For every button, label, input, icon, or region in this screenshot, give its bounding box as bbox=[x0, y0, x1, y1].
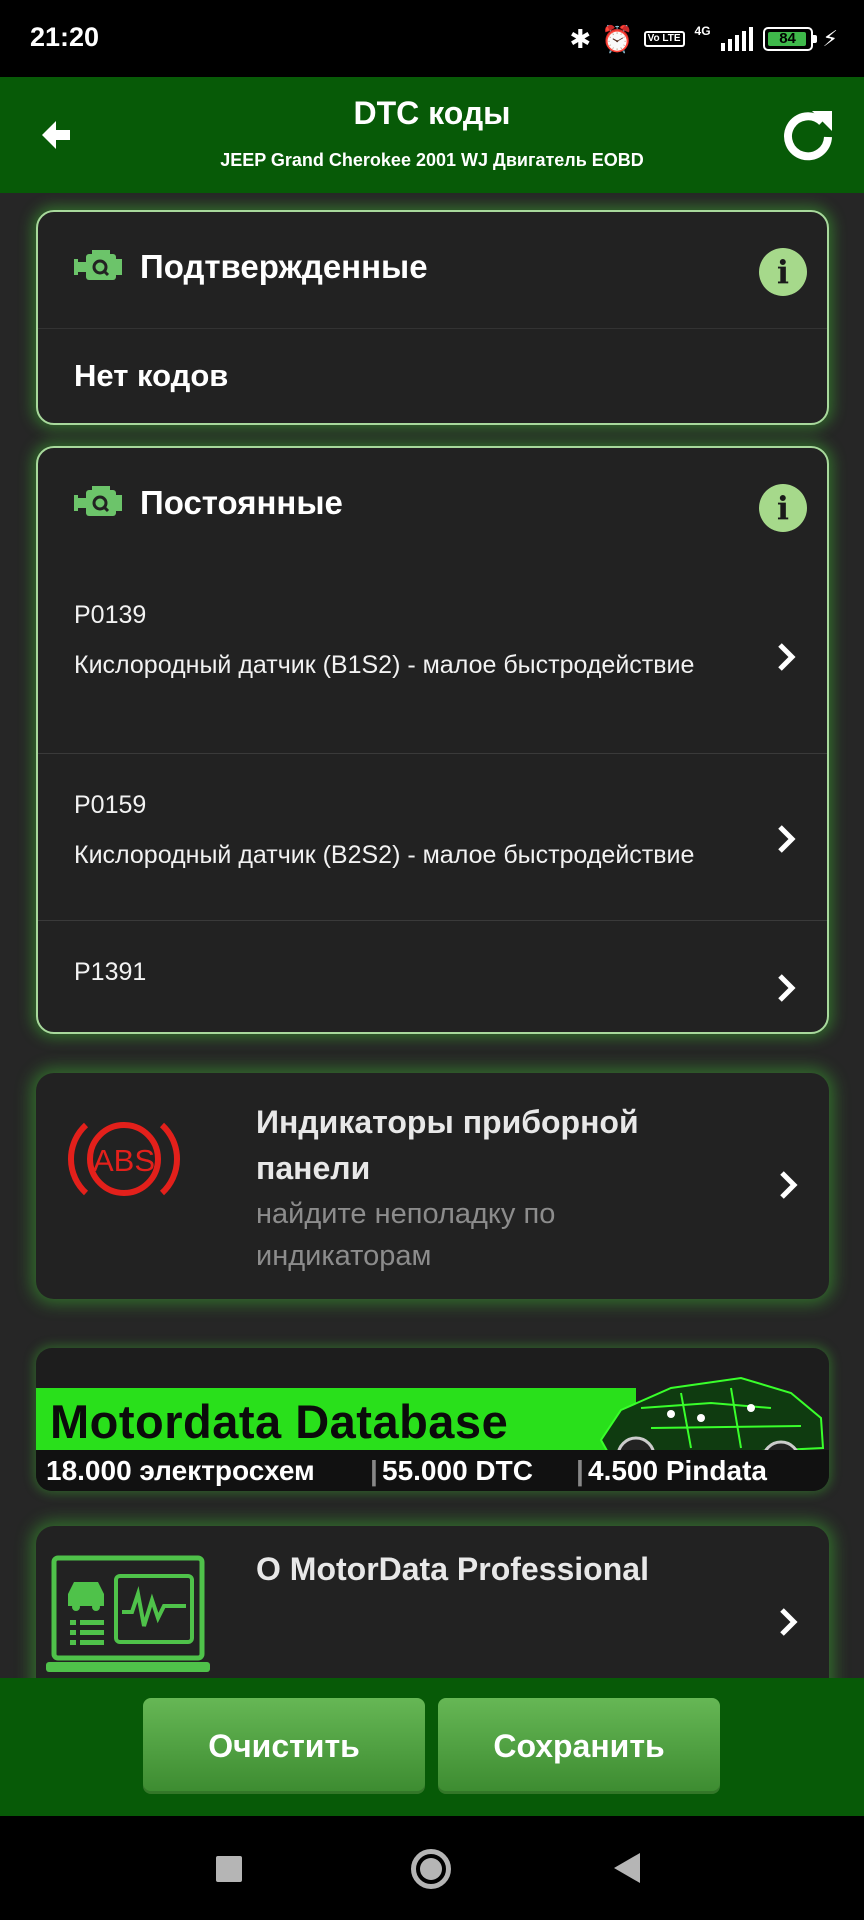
volte-icon: Vo LTE bbox=[643, 31, 685, 47]
dtc-code: P1391 bbox=[74, 958, 147, 986]
content-scroll[interactable]: Подтвержденные i Нет кодов Постоянные i … bbox=[0, 193, 864, 1678]
battery-icon: 84 bbox=[762, 27, 817, 51]
abs-icon-text: ABS bbox=[93, 1143, 155, 1178]
dtc-code: P0139 bbox=[74, 601, 147, 629]
page-subtitle: JEEP Grand Cherokee 2001 WJ Двигатель EO… bbox=[220, 150, 644, 170]
chevron-right-icon bbox=[778, 643, 796, 671]
dtc-description: Кислородный датчик (B1S2) - малое быстро… bbox=[74, 651, 695, 679]
dashboard-indicators-card[interactable]: ABS Индикаторы приборной панели найдите … bbox=[36, 1073, 829, 1299]
divider bbox=[38, 328, 827, 329]
refresh-icon[interactable] bbox=[778, 105, 838, 165]
dtc-item-p0139[interactable]: P0139 Кислородный датчик (B1S2) - малое … bbox=[38, 588, 827, 753]
about-card[interactable]: О MotorData Professional bbox=[36, 1526, 829, 1678]
motordata-database-banner[interactable]: Motordata Database 18.000 электросхем | … bbox=[36, 1348, 829, 1491]
permanent-title: Постоянные bbox=[140, 484, 343, 521]
no-codes-text: Нет кодов bbox=[74, 358, 229, 393]
permanent-header: Постоянные i bbox=[38, 448, 827, 564]
page-title: DTC коды bbox=[353, 95, 511, 131]
indicators-title-line2: панели bbox=[256, 1150, 371, 1186]
recent-apps-icon[interactable] bbox=[216, 1856, 242, 1882]
indicators-subtitle-line1: найдите неполадку по bbox=[256, 1198, 556, 1230]
confirmed-section: Подтвержденные i Нет кодов bbox=[36, 210, 829, 425]
dtc-item-p0159[interactable]: P0159 Кислородный датчик (B2S2) - малое … bbox=[38, 753, 827, 920]
alarm-icon: ⏰ bbox=[601, 24, 634, 54]
info-icon[interactable]: i bbox=[759, 484, 807, 532]
status-time: 21:20 bbox=[30, 22, 100, 52]
battery-level: 84 bbox=[779, 30, 796, 47]
bluetooth-icon: ✱ bbox=[569, 24, 592, 54]
system-nav-bar bbox=[0, 1816, 864, 1920]
confirmed-header: Подтвержденные i bbox=[38, 212, 827, 328]
about-title: О MotorData Professional bbox=[256, 1551, 649, 1587]
abs-warning-icon: ABS bbox=[67, 1122, 181, 1196]
indicators-subtitle-line2: индикаторам bbox=[256, 1240, 432, 1272]
banner-stat-dtc: 55.000 DTC bbox=[382, 1455, 533, 1486]
dtc-description: Кислородный датчик (B2S2) - малое быстро… bbox=[74, 841, 695, 869]
status-bar: 21:20 ✱ ⏰ Vo LTE 4G 84 ⚡ bbox=[0, 0, 864, 77]
dtc-code: P0159 bbox=[74, 791, 147, 819]
network-type: 4G bbox=[694, 24, 711, 38]
engine-check-icon bbox=[74, 250, 122, 280]
dtc-item-p1391[interactable]: P1391 bbox=[38, 920, 827, 1032]
indicators-subtitle: найдите неполадку по индикаторам bbox=[256, 1193, 555, 1277]
charging-icon: ⚡ bbox=[822, 26, 838, 51]
permanent-section: Постоянные i P0139 Кислородный датчик (B… bbox=[36, 446, 829, 1034]
banner-separator: | bbox=[370, 1455, 378, 1486]
banner-stat-schematics: 18.000 электросхем bbox=[46, 1455, 315, 1486]
diagnostic-laptop-icon bbox=[46, 1555, 210, 1672]
app-header: DTC коды JEEP Grand Cherokee 2001 WJ Дви… bbox=[0, 77, 864, 193]
banner-stat-pindata: 4.500 Pindata bbox=[588, 1455, 767, 1486]
banner-separator: | bbox=[576, 1455, 584, 1486]
chevron-right-icon bbox=[780, 1171, 798, 1199]
info-icon[interactable]: i bbox=[759, 248, 807, 296]
indicators-title-line1: Индикаторы приборной bbox=[256, 1104, 639, 1140]
chevron-right-icon bbox=[778, 974, 796, 1002]
status-icons: ✱ ⏰ Vo LTE 4G 84 ⚡ bbox=[569, 22, 838, 56]
clear-button[interactable]: Очистить bbox=[143, 1698, 425, 1794]
action-footer: Очистить Сохранить bbox=[0, 1678, 864, 1816]
signal-icon bbox=[720, 27, 753, 51]
indicators-title: Индикаторы приборной панели bbox=[256, 1099, 639, 1191]
chevron-right-icon bbox=[778, 825, 796, 853]
banner-title: Motordata Database bbox=[50, 1395, 509, 1448]
confirmed-title: Подтвержденные bbox=[140, 248, 428, 285]
engine-check-icon bbox=[74, 486, 122, 516]
chevron-right-icon bbox=[780, 1608, 798, 1636]
nav-back-icon[interactable] bbox=[614, 1853, 640, 1883]
save-button[interactable]: Сохранить bbox=[438, 1698, 720, 1794]
home-icon[interactable] bbox=[411, 1849, 451, 1889]
